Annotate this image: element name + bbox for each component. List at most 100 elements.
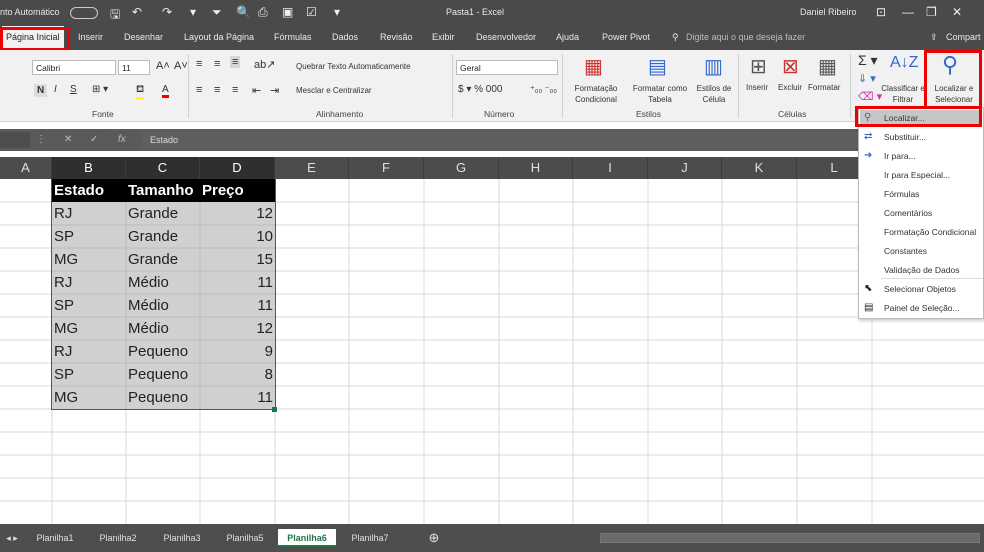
menu-item-constants[interactable]: Constantes (884, 246, 927, 256)
format-cells-icon[interactable]: ▦ (818, 54, 837, 79)
number-format-select[interactable]: Geral (456, 60, 558, 75)
horizontal-scrollbar[interactable] (600, 533, 980, 543)
italic-button[interactable]: I (54, 84, 57, 95)
check-icon[interactable]: ☑ (306, 5, 317, 19)
tab-draw[interactable]: Desenhar (124, 32, 163, 42)
insert-function-icon[interactable]: fx (118, 134, 126, 145)
table-cell[interactable]: SP (52, 294, 76, 317)
table-cell[interactable]: MG (52, 317, 80, 340)
name-box[interactable] (0, 132, 30, 148)
tab-developer[interactable]: Desenvolvedor (476, 32, 536, 42)
menu-item-comments[interactable]: Comentários (884, 208, 932, 218)
table-cell[interactable]: Médio (126, 271, 171, 294)
font-color-icon[interactable]: A (162, 84, 169, 98)
column-header-k[interactable]: K (722, 157, 797, 179)
wrap-text-button[interactable]: Quebrar Texto Automaticamente (296, 62, 411, 71)
clear-icon[interactable]: ⌫ ▾ (858, 90, 882, 103)
conditional-format-icon[interactable]: ▦ (584, 54, 603, 79)
column-header-h[interactable]: H (499, 157, 573, 179)
table-cell[interactable]: 12 (200, 202, 275, 225)
cancel-icon[interactable]: ✕ (64, 134, 72, 145)
table-cell[interactable]: Pequeno (126, 386, 190, 409)
table-cell[interactable]: Médio (126, 294, 171, 317)
tab-insert[interactable]: Inserir (78, 32, 103, 42)
align-right-icon[interactable]: ≡ (232, 84, 238, 96)
search-icon[interactable]: 🔍 (236, 5, 251, 19)
table-cell[interactable]: MG (52, 386, 80, 409)
print-icon[interactable]: ⎙ (258, 5, 268, 20)
align-bottom-icon[interactable]: ≡ (230, 56, 241, 68)
sheet-tab[interactable]: Planilha2 (90, 529, 146, 547)
column-header-b[interactable]: B (52, 157, 126, 179)
column-header-g[interactable]: G (424, 157, 499, 179)
sheet-tab[interactable]: Planilha7 (342, 529, 398, 547)
table-cell[interactable]: SP (52, 363, 76, 386)
tab-data[interactable]: Dados (332, 32, 358, 42)
table-cell[interactable]: Grande (126, 225, 180, 248)
save-icon[interactable]: 🖫 (110, 5, 120, 26)
tell-me-input[interactable]: Digite aqui o que deseja fazer (686, 32, 805, 42)
table-cell[interactable]: RJ (52, 340, 74, 363)
column-header-d[interactable]: D (200, 157, 275, 179)
menu-item-selection-pane[interactable]: Painel de Seleção... (884, 303, 960, 313)
add-sheet-icon[interactable]: ⊕ (424, 529, 444, 547)
merge-center-button[interactable]: Mesclar e Centralizar (296, 86, 372, 95)
image-icon[interactable]: ▣ (282, 5, 293, 19)
chevron-down-icon[interactable]: ▾ (190, 5, 196, 19)
menu-item-replace[interactable]: Substituir... (884, 132, 926, 142)
fill-icon[interactable]: ⇓ ▾ (858, 72, 876, 85)
sheet-tab[interactable]: Planilha3 (154, 529, 210, 547)
tab-formulas[interactable]: Fórmulas (274, 32, 312, 42)
increase-indent-icon[interactable]: ⇥ (270, 84, 279, 97)
align-middle-icon[interactable]: ≡ (214, 58, 220, 70)
menu-item-goto-special[interactable]: Ir para Especial... (884, 170, 950, 180)
menu-item-goto[interactable]: Ir para... (884, 151, 916, 161)
align-center-icon[interactable]: ≡ (214, 84, 220, 96)
tab-power-pivot[interactable]: Power Pivot (602, 32, 650, 42)
table-header-tamanho[interactable]: Tamanho (126, 179, 200, 202)
restore-icon[interactable]: ❐ (926, 5, 937, 19)
insert-cells-button[interactable]: Inserir (746, 83, 768, 92)
redo-icon[interactable]: ↷ (162, 5, 172, 19)
borders-icon[interactable]: ⊞ ▾ (92, 84, 108, 95)
column-header-a[interactable]: A (0, 157, 52, 179)
table-cell[interactable]: Pequeno (126, 363, 190, 386)
table-cell[interactable]: 11 (200, 271, 275, 294)
grow-font-icon[interactable]: A˄ (156, 60, 170, 72)
table-cell[interactable]: 11 (200, 294, 275, 317)
cell-styles-icon[interactable]: ▥ (704, 54, 723, 79)
table-cell[interactable]: RJ (52, 202, 74, 225)
orientation-icon[interactable]: ab↗ (254, 58, 275, 71)
cell-styles-button[interactable]: Estilos de Célula (694, 83, 734, 105)
close-icon[interactable]: ✕ (952, 5, 962, 19)
autosave-toggle[interactable] (70, 7, 98, 19)
menu-item-conditional-format[interactable]: Formatação Condicional (884, 227, 976, 237)
table-cell[interactable]: Pequeno (126, 340, 190, 363)
table-cell[interactable]: RJ (52, 271, 74, 294)
format-cells-button[interactable]: Formatar (808, 83, 840, 92)
sheet-tab-active[interactable]: Planilha6 (278, 529, 336, 547)
table-cell[interactable]: SP (52, 225, 76, 248)
menu-item-select-objects[interactable]: Selecionar Objetos (884, 284, 956, 294)
worksheet-grid[interactable]: Estado Tamanho Preço RJ Grande 12 SP Gra… (0, 179, 984, 524)
table-cell[interactable]: 15 (200, 248, 275, 271)
shrink-font-icon[interactable]: A˅ (174, 60, 188, 72)
table-header-estado[interactable]: Estado (52, 179, 126, 202)
column-header-f[interactable]: F (349, 157, 424, 179)
table-cell[interactable]: 9 (200, 340, 275, 363)
table-cell[interactable]: MG (52, 248, 80, 271)
tab-review[interactable]: Revisão (380, 32, 413, 42)
format-table-button[interactable]: Formatar como Tabela (628, 83, 692, 105)
column-header-j[interactable]: J (648, 157, 722, 179)
insert-cells-icon[interactable]: ⊞ (750, 54, 767, 79)
menu-item-data-validation[interactable]: Validação de Dados (884, 265, 959, 275)
autosum-icon[interactable]: Σ ▾ (858, 52, 878, 69)
table-cell[interactable]: 12 (200, 317, 275, 340)
font-size-select[interactable]: 11 (118, 60, 150, 75)
align-left-icon[interactable]: ≡ (196, 84, 202, 96)
minimize-icon[interactable]: — (902, 5, 914, 19)
currency-icon[interactable]: $ ▾ % 000 (458, 84, 503, 95)
table-header-preco[interactable]: Preço (200, 179, 275, 202)
delete-cells-icon[interactable]: ⊠ (782, 54, 799, 79)
bold-button[interactable]: N (34, 84, 48, 97)
